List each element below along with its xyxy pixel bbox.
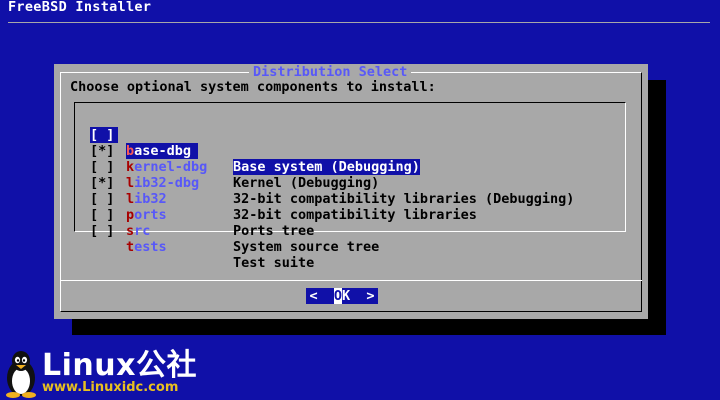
item-name: lib32 <box>126 191 222 207</box>
item-description: System source tree <box>233 239 380 255</box>
list-item-kernel-dbg[interactable]: [*] kernel-dbg Kernel (Debugging) <box>90 127 379 191</box>
ok-button[interactable]: < OK > <box>306 288 378 304</box>
item-description: Base system (Debugging) <box>233 159 420 175</box>
hotkey-letter: t <box>126 239 135 255</box>
item-name: kernel-dbg <box>126 159 222 175</box>
item-name: ports <box>126 207 222 223</box>
tux-penguin-icon <box>6 351 36 398</box>
checkbox[interactable]: [ ] <box>90 223 118 239</box>
item-name-rest: ib32 <box>134 191 167 207</box>
header-title: FreeBSD Installer <box>8 0 152 15</box>
item-name-rest: orts <box>134 207 167 223</box>
item-name: lib32-dbg <box>126 175 222 191</box>
dialog-prompt: Choose optional system components to ins… <box>70 79 436 95</box>
list-item-lib32-dbg[interactable]: [ ] lib32-dbg 32-bit compatibility libra… <box>90 143 574 207</box>
list-item-src[interactable]: [ ] src System source tree <box>90 191 379 255</box>
component-list: [ ] base-dbg Base system (Debugging) [*]… <box>74 102 626 271</box>
list-item-lib32[interactable]: [*] lib32 32-bit compatibility libraries <box>90 159 477 223</box>
list-item-base-dbg[interactable]: [ ] base-dbg Base system (Debugging) <box>90 111 420 175</box>
item-name: src <box>126 223 222 239</box>
header-rule <box>8 22 710 23</box>
item-description: 32-bit compatibility libraries (Debuggin… <box>233 191 575 207</box>
item-description: 32-bit compatibility libraries <box>233 207 477 223</box>
item-description: Kernel (Debugging) <box>233 175 380 191</box>
item-name-rest: ests <box>134 239 167 255</box>
list-item-tests[interactable]: [ ] tests Test suite <box>90 207 314 271</box>
ok-cursor-letter: O <box>333 288 342 304</box>
watermark-url: www.Linuxidc.com <box>42 380 179 395</box>
item-description: Test suite <box>233 255 315 271</box>
list-item-ports[interactable]: [ ] ports Ports tree <box>90 175 314 239</box>
watermark: Linux公社 www.Linuxidc.com <box>2 350 202 398</box>
item-name: tests <box>126 239 222 255</box>
item-name-rest: ernel-dbg <box>134 159 208 175</box>
ok-label-rest: K > <box>342 288 375 304</box>
item-name-rest: ase-dbg <box>134 143 192 159</box>
item-description: Ports tree <box>233 223 315 239</box>
watermark-logo: Linux公社 <box>42 348 197 383</box>
ok-left-bracket: < <box>309 288 334 304</box>
item-name-rest: ib32-dbg <box>134 175 200 191</box>
button-separator <box>60 280 642 281</box>
dialog-title: Distribution Select <box>249 64 412 80</box>
distribution-select-dialog: Distribution Select Choose optional syst… <box>54 64 648 319</box>
